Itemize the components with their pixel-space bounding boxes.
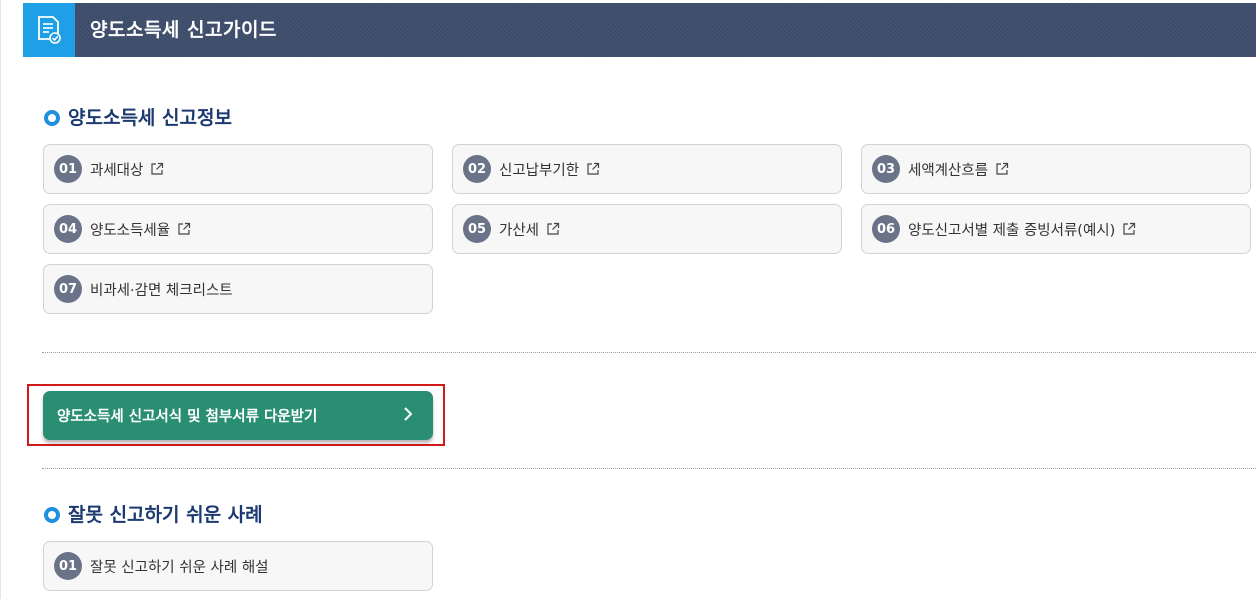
item-number: 01: [54, 552, 82, 580]
item-label: 비과세·감면 체크리스트: [90, 282, 233, 299]
section-title-text: 잘못 신고하기 쉬운 사례: [68, 504, 263, 526]
item-number: 06: [872, 215, 900, 243]
item-label: 양도소득세율: [90, 222, 171, 239]
section-title-report-info: 양도소득세 신고정보: [44, 105, 232, 131]
section-title-text: 양도소득세 신고정보: [68, 107, 232, 129]
circle-bullet-icon: [44, 507, 60, 523]
info-item-06[interactable]: 06 양도신고서별 제출 증빙서류(예시): [861, 204, 1251, 254]
item-label: 양도신고서별 제출 증빙서류(예시): [908, 222, 1116, 239]
mistake-item-01[interactable]: 01 잘못 신고하기 쉬운 사례 해설: [43, 541, 433, 591]
info-item-05[interactable]: 05 가산세: [452, 204, 842, 254]
section-divider: [42, 468, 1256, 469]
item-number: 07: [54, 275, 82, 303]
external-link-icon: [1122, 222, 1136, 236]
external-link-icon: [177, 222, 191, 236]
section-title-common-mistakes: 잘못 신고하기 쉬운 사례: [44, 502, 263, 528]
external-link-icon: [546, 222, 560, 236]
item-label: 세액계산흐름: [908, 162, 989, 179]
external-link-icon: [995, 162, 1009, 176]
item-label: 과세대상: [90, 162, 144, 179]
section-divider: [42, 352, 1256, 353]
item-number: 05: [463, 215, 491, 243]
chevron-right-icon: [403, 406, 413, 426]
info-item-07[interactable]: 07 비과세·감면 체크리스트: [43, 264, 433, 314]
item-number: 03: [872, 155, 900, 183]
page-left-border: [0, 0, 1, 599]
item-number: 04: [54, 215, 82, 243]
external-link-icon: [150, 162, 164, 176]
info-item-02[interactable]: 02 신고납부기한: [452, 144, 842, 194]
page-title: 양도소득세 신고가이드: [90, 19, 277, 41]
page-header: 양도소득세 신고가이드: [23, 3, 1256, 57]
circle-bullet-icon: [44, 110, 60, 126]
item-number: 02: [463, 155, 491, 183]
item-label: 신고납부기한: [499, 162, 580, 179]
download-forms-button[interactable]: 양도소득세 신고서식 및 첨부서류 다운받기: [43, 391, 433, 440]
info-item-04[interactable]: 04 양도소득세율: [43, 204, 433, 254]
external-link-icon: [586, 162, 600, 176]
item-label: 잘못 신고하기 쉬운 사례 해설: [90, 559, 269, 576]
item-label: 가산세: [499, 222, 540, 239]
info-item-03[interactable]: 03 세액계산흐름: [861, 144, 1251, 194]
download-forms-label: 양도소득세 신고서식 및 첨부서류 다운받기: [57, 409, 318, 425]
item-number: 01: [54, 155, 82, 183]
info-item-01[interactable]: 01 과세대상: [43, 144, 433, 194]
document-check-icon: [23, 3, 75, 57]
